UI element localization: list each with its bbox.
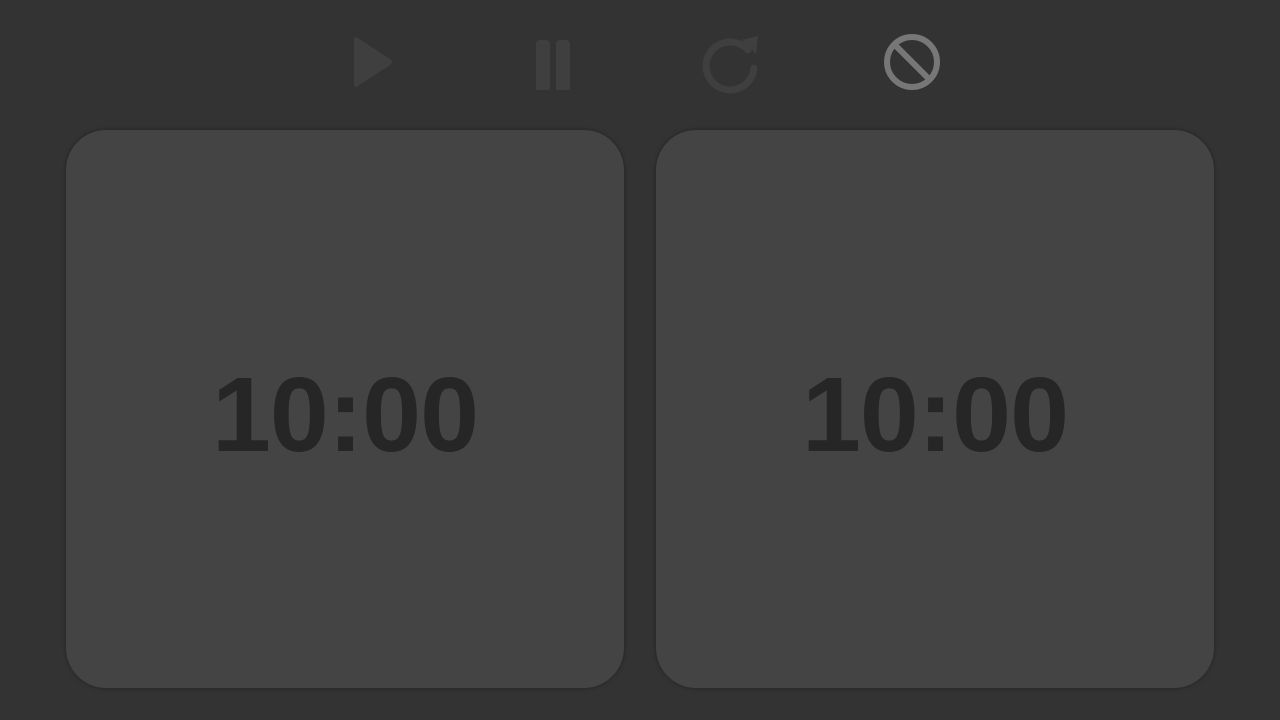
player-one-clock[interactable]: 10:00 (66, 130, 624, 688)
pause-button[interactable] (518, 30, 582, 94)
play-icon (354, 36, 392, 88)
pause-icon (536, 40, 570, 90)
reset-button[interactable] (698, 30, 762, 94)
player-two-clock[interactable]: 10:00 (656, 130, 1214, 688)
player-two-time: 10:00 (801, 356, 1069, 474)
reset-icon (702, 36, 758, 94)
cancel-icon (884, 34, 940, 90)
player-one-time: 10:00 (211, 356, 479, 474)
cancel-button[interactable] (880, 30, 944, 94)
play-button[interactable] (338, 30, 402, 94)
control-toolbar (0, 0, 1280, 125)
